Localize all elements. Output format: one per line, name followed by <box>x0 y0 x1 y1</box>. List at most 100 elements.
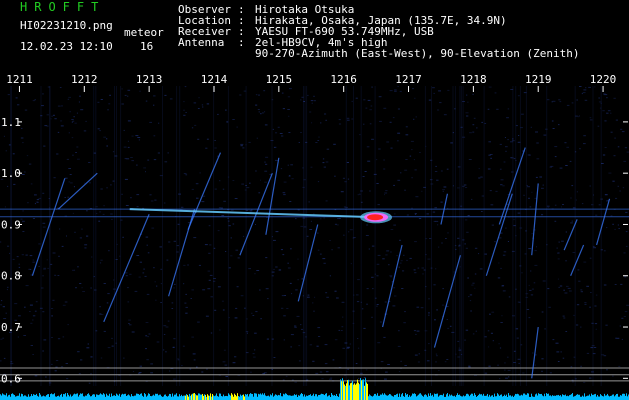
noise-speck <box>469 132 472 134</box>
noise-speck <box>278 269 281 271</box>
noise-speck <box>319 253 322 255</box>
noise-speck <box>480 176 483 178</box>
level-bar <box>38 396 39 400</box>
noise-speck <box>418 218 422 219</box>
level-bar <box>266 396 267 400</box>
level-bar <box>440 394 441 400</box>
level-bar <box>316 394 317 400</box>
noise-speck <box>64 197 66 198</box>
level-bar <box>355 384 356 400</box>
noise-speck <box>275 132 278 134</box>
noise-speck <box>222 188 225 190</box>
level-bar <box>354 383 355 400</box>
noise-speck <box>521 272 523 274</box>
noise-speck <box>500 322 503 323</box>
noise-speck <box>319 218 322 220</box>
noise-speck <box>489 313 491 315</box>
level-bar <box>522 395 523 400</box>
level-bar <box>480 394 481 400</box>
noise-speck <box>108 103 111 105</box>
noise-speck <box>59 87 62 88</box>
noise-speck <box>411 177 413 179</box>
level-bar <box>203 395 204 400</box>
level-bar <box>571 394 572 400</box>
noise-speck <box>489 190 492 192</box>
level-bar <box>306 395 307 400</box>
noise-speck <box>534 264 538 266</box>
x-tick-label: 1214 <box>201 73 228 86</box>
level-bar <box>101 394 102 400</box>
noise-speck <box>377 254 381 256</box>
noise-speck <box>440 170 443 172</box>
noise-speck <box>593 247 596 249</box>
noise-speck <box>183 101 185 103</box>
level-bar <box>278 394 279 400</box>
level-bar <box>303 396 304 400</box>
level-bar <box>486 395 487 400</box>
level-bar <box>70 394 71 400</box>
filename-label: HI02231210.png <box>20 19 113 32</box>
noise-speck <box>363 99 366 101</box>
noise-speck <box>383 159 385 161</box>
level-bar <box>389 393 390 400</box>
noise-speck <box>297 258 299 260</box>
level-bar <box>205 394 206 400</box>
noise-speck <box>195 183 199 185</box>
level-bar <box>498 394 499 400</box>
noise-speck <box>464 243 466 245</box>
noise-speck <box>554 146 558 148</box>
noise-speck <box>67 98 70 100</box>
noise-speck <box>60 120 63 122</box>
level-bar <box>603 396 604 400</box>
x-tick-label: 1212 <box>71 73 98 86</box>
noise-speck <box>244 307 246 309</box>
level-bar <box>504 394 505 400</box>
level-bar <box>187 394 188 400</box>
noise-speck <box>447 232 449 234</box>
noise-speck <box>453 271 456 273</box>
level-bar <box>269 396 270 400</box>
noise-speck <box>614 284 617 285</box>
noise-speck <box>527 186 530 188</box>
noise-speck <box>615 337 617 339</box>
noise-speck <box>97 128 100 130</box>
noise-speck <box>589 117 592 119</box>
level-bar <box>249 394 250 400</box>
level-bar <box>609 396 610 400</box>
noise-speck <box>358 377 360 379</box>
level-bar <box>158 395 159 400</box>
noise-speck <box>394 295 397 297</box>
level-bar <box>46 395 47 400</box>
level-bar <box>192 393 193 400</box>
noise-speck <box>283 194 286 196</box>
noise-speck <box>51 337 53 338</box>
noise-speck <box>127 301 130 303</box>
level-bar <box>449 394 450 400</box>
noise-speck <box>551 120 554 122</box>
noise-speck <box>565 260 567 262</box>
noise-speck <box>371 276 374 278</box>
noise-speck <box>201 201 205 203</box>
noise-speck <box>242 147 245 149</box>
level-bar <box>26 396 27 400</box>
level-bar <box>329 395 330 400</box>
noise-speck <box>202 195 206 197</box>
level-bar <box>128 394 129 400</box>
noise-speck <box>547 206 549 208</box>
noise-speck <box>392 305 396 307</box>
noise-speck <box>287 262 289 264</box>
level-bar <box>288 395 289 400</box>
noise-speck <box>377 204 380 206</box>
noise-speck <box>394 89 397 91</box>
noise-speck <box>259 289 261 291</box>
noise-speck <box>42 226 46 228</box>
noise-speck <box>562 315 565 317</box>
noise-speck <box>376 183 379 184</box>
noise-speck <box>18 315 21 317</box>
noise-speck <box>84 247 87 249</box>
noise-speck <box>160 268 163 270</box>
level-bar <box>236 396 237 400</box>
noise-speck <box>565 165 568 166</box>
level-bar <box>164 394 165 400</box>
noise-speck <box>201 104 204 106</box>
